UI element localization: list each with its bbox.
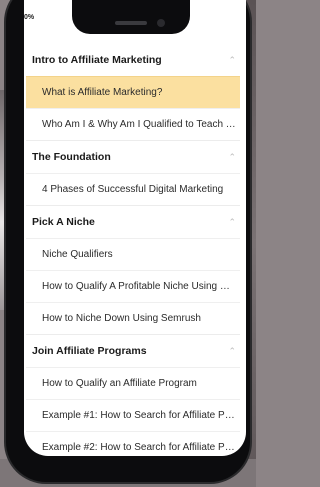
- speaker-icon: [115, 21, 147, 25]
- lesson-item[interactable]: Example #2: How to Search for Affiliate …: [26, 431, 240, 463]
- lesson-label: How to Qualify an Affiliate Program: [42, 378, 197, 389]
- lesson-item[interactable]: Niche Qualifiers: [26, 238, 240, 270]
- lesson-label: How to Qualify A Profitable Niche Using …: [42, 281, 236, 292]
- lesson-item[interactable]: What is Affiliate Marketing?: [26, 76, 240, 108]
- lesson-item[interactable]: 4 Phases of Successful Digital Marketing: [26, 173, 240, 205]
- lesson-item[interactable]: Example #1: How to Search for Affiliate …: [26, 399, 240, 431]
- chevron-up-icon[interactable]: ⌃: [228, 217, 236, 228]
- lesson-item[interactable]: Who Am I & Why Am I Qualified to Teach Y…: [26, 108, 240, 140]
- section-header-foundation[interactable]: The Foundation ⌃: [26, 140, 240, 173]
- section-header-affiliate-programs[interactable]: Join Affiliate Programs ⌃: [26, 334, 240, 367]
- lesson-label: Niche Qualifiers: [42, 249, 113, 260]
- section-header-niche[interactable]: Pick A Niche ⌃: [26, 205, 240, 238]
- lesson-label: How to Niche Down Using Semrush: [42, 313, 201, 324]
- section-title: Join Affiliate Programs: [32, 345, 147, 357]
- curriculum-list: Intro to Affiliate Marketing ⌃ What is A…: [26, 44, 240, 463]
- section-title: Intro to Affiliate Marketing: [32, 54, 162, 66]
- lesson-item[interactable]: How to Niche Down Using Semrush: [26, 302, 240, 334]
- lesson-item[interactable]: How to Qualify an Affiliate Program: [26, 367, 240, 399]
- phone-notch: [72, 0, 190, 34]
- chevron-up-icon[interactable]: ⌃: [228, 346, 236, 357]
- section-title: Pick A Niche: [32, 216, 95, 228]
- chevron-up-icon[interactable]: ⌃: [228, 152, 236, 163]
- lesson-label: Who Am I & Why Am I Qualified to Teach Y…: [42, 119, 236, 130]
- lesson-item[interactable]: How to Qualify A Profitable Niche Using …: [26, 270, 240, 302]
- lesson-label: Example #1: How to Search for Affiliate …: [42, 410, 236, 421]
- progress-percentage: 0%: [24, 14, 35, 21]
- section-title: The Foundation: [32, 151, 111, 163]
- lesson-label: 4 Phases of Successful Digital Marketing: [42, 184, 224, 195]
- section-header-intro[interactable]: Intro to Affiliate Marketing ⌃: [26, 44, 240, 76]
- chevron-up-icon[interactable]: ⌃: [228, 55, 236, 66]
- lesson-label: What is Affiliate Marketing?: [42, 87, 163, 98]
- lesson-label: Example #2: How to Search for Affiliate …: [42, 442, 236, 453]
- camera-icon: [157, 19, 165, 27]
